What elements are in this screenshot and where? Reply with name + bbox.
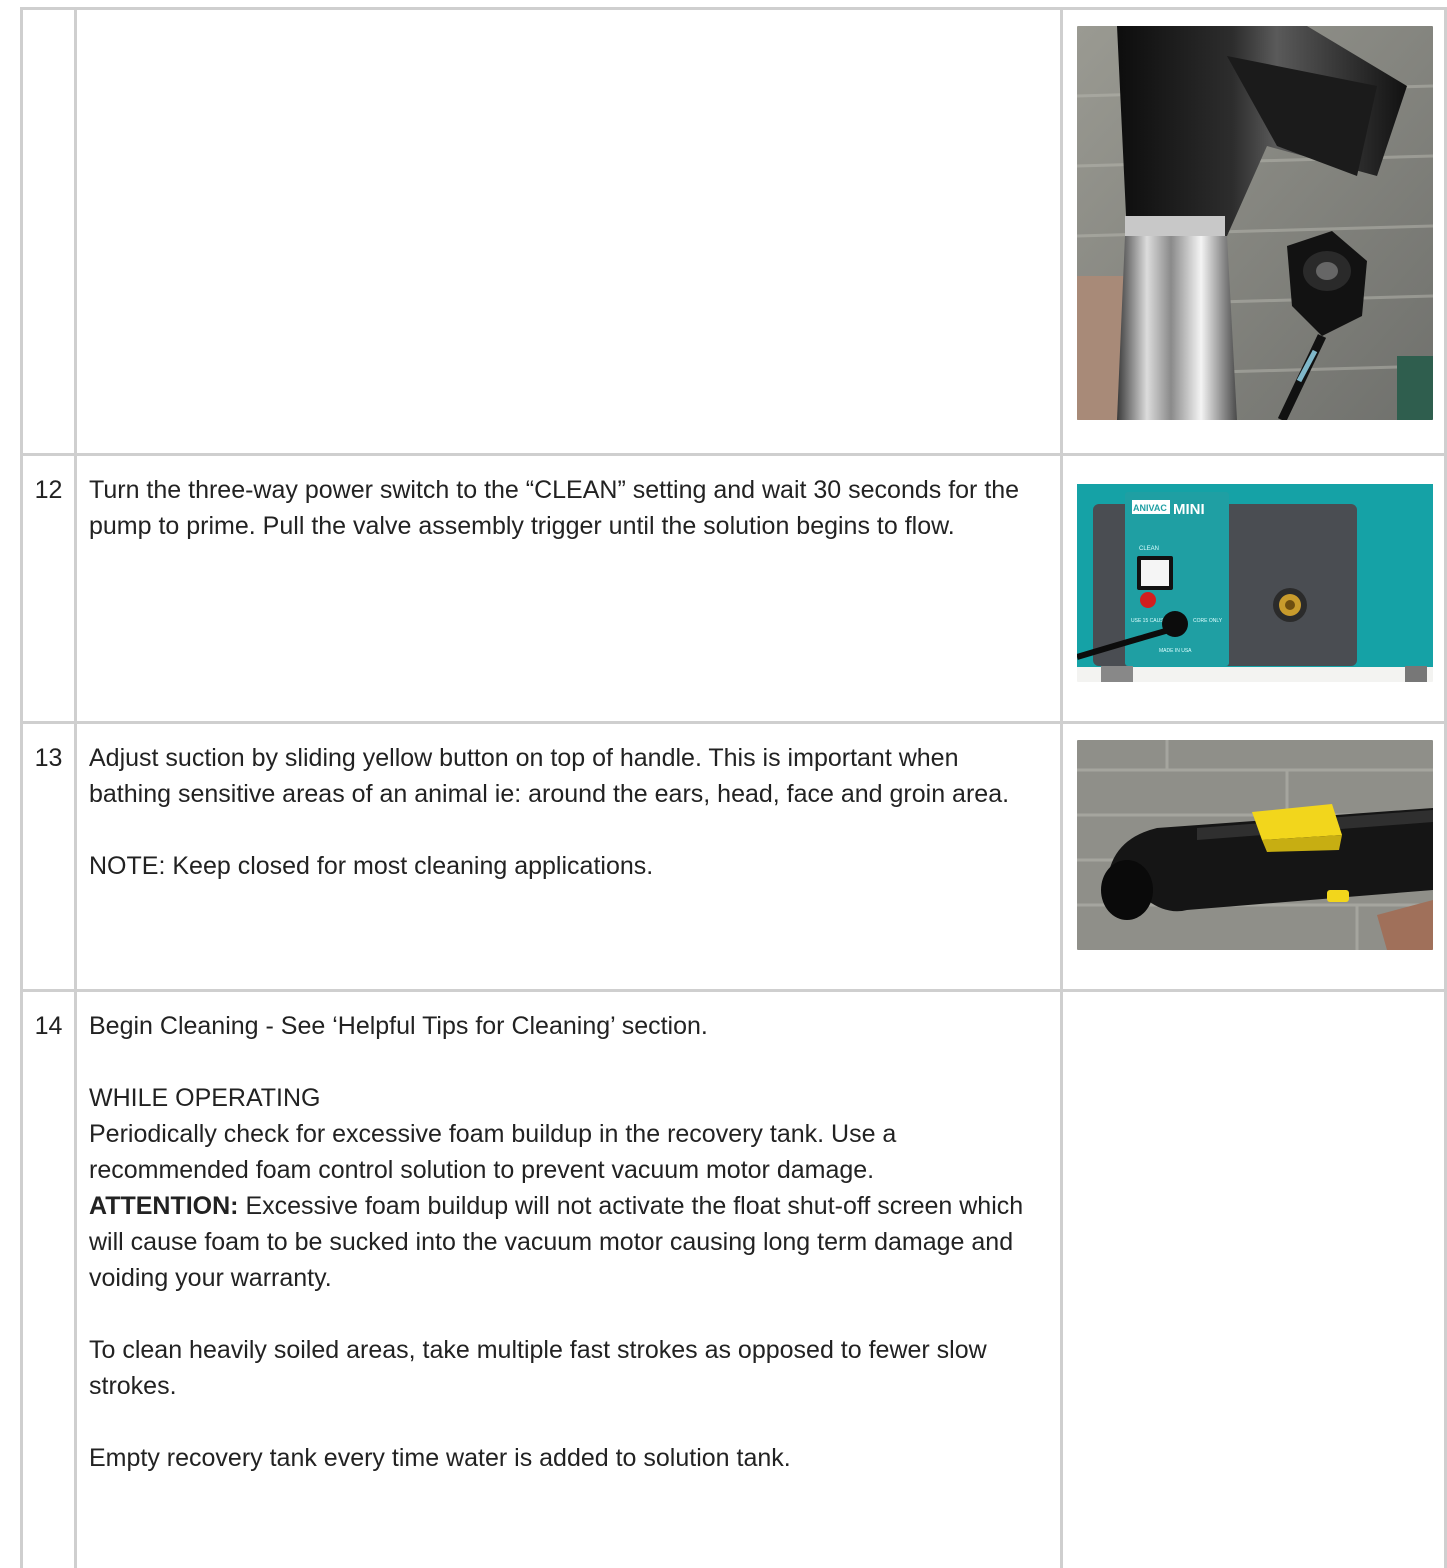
step-image-cell xyxy=(1062,9,1446,455)
table-row: 12 Turn the three-way power switch to th… xyxy=(22,455,1446,723)
empty-tank-paragraph: Empty recovery tank every time water is … xyxy=(89,1440,1042,1476)
step-12-text: Turn the three-way power switch to the “… xyxy=(89,472,1042,544)
switch-label-text: CLEAN xyxy=(1139,546,1159,552)
note-paragraph: NOTE: Keep closed for most cleaning appl… xyxy=(89,848,1042,884)
step-number-cell xyxy=(22,9,76,455)
step-text-cell: Adjust suction by sliding yellow button … xyxy=(76,723,1062,991)
step-number: 12 xyxy=(22,455,76,723)
logo-left-text: ANIVAC xyxy=(1133,503,1167,513)
step-14-line1: Begin Cleaning - See ‘Helpful Tips for C… xyxy=(89,1008,1042,1044)
logo-right-text: MINI xyxy=(1173,501,1205,518)
step-text-cell: Turn the three-way power switch to the “… xyxy=(76,455,1062,723)
attention-label: ATTENTION: xyxy=(89,1192,239,1220)
power-switch-panel-photo: ANIVAC MINI CLEAN USE 15 CAUSE CORE ONLY… xyxy=(1077,472,1433,682)
step-image-cell: ANIVAC MINI CLEAN USE 15 CAUSE CORE ONLY… xyxy=(1062,455,1446,723)
table-row: 14 Begin Cleaning - See ‘Helpful Tips fo… xyxy=(22,991,1446,1568)
note-text: Keep closed for most cleaning applicatio… xyxy=(172,852,653,880)
step-text-cell xyxy=(76,9,1062,455)
heavy-soil-paragraph: To clean heavily soiled areas, take mult… xyxy=(89,1332,1042,1404)
step-image-cell xyxy=(1062,723,1446,991)
step-text-cell: Begin Cleaning - See ‘Helpful Tips for C… xyxy=(76,991,1062,1568)
instruction-steps-table: 12 Turn the three-way power switch to th… xyxy=(20,7,1447,1568)
while-operating-heading: WHILE OPERATING xyxy=(89,1080,1042,1116)
step-number: 14 xyxy=(22,991,76,1568)
manual-page: 12 Turn the three-way power switch to th… xyxy=(0,0,1447,1489)
foam-check-paragraph: Periodically check for excessive foam bu… xyxy=(89,1116,1042,1188)
nozzle-wand-photo xyxy=(1077,26,1433,420)
made-in-text: MADE IN USA xyxy=(1159,648,1192,654)
step-image-cell xyxy=(1062,991,1446,1568)
table-row: 13 Adjust suction by sliding yellow butt… xyxy=(22,723,1446,991)
small-right-text: CORE ONLY xyxy=(1193,618,1223,624)
note-label: NOTE: xyxy=(89,852,165,880)
handle-yellow-button-photo xyxy=(1077,740,1433,950)
table-row xyxy=(22,9,1446,455)
attention-paragraph: ATTENTION: Excessive foam buildup will n… xyxy=(89,1188,1042,1296)
step-13-text: Adjust suction by sliding yellow button … xyxy=(89,740,1042,812)
step-number: 13 xyxy=(22,723,76,991)
